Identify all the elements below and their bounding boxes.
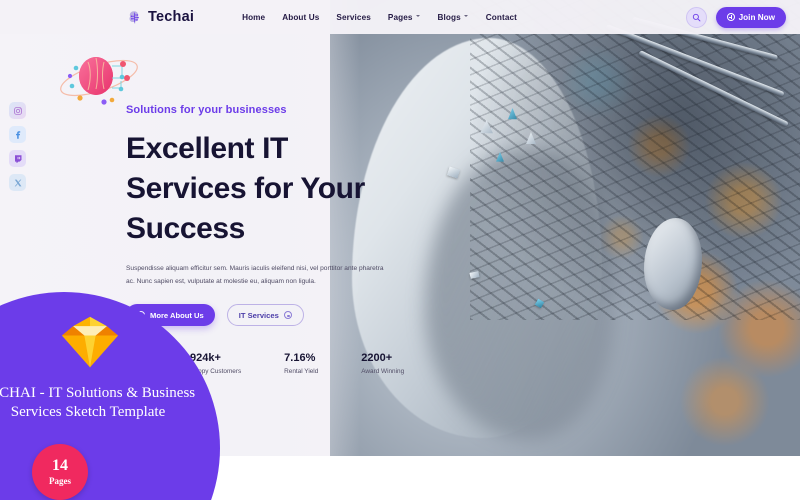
nav-label: Contact <box>485 12 517 22</box>
join-now-button[interactable]: Join Now <box>715 6 786 28</box>
instagram-icon[interactable] <box>9 102 26 119</box>
stat-value: 7.16% <box>284 352 316 364</box>
more-about-us-label: More About Us <box>150 310 204 320</box>
sketch-diamond-icon <box>61 316 119 368</box>
logo-text: Techai <box>148 9 195 25</box>
headline-line-3: Success <box>126 211 245 245</box>
search-button[interactable] <box>685 6 707 28</box>
stat-item: 7.16% Rental Yield <box>284 352 318 375</box>
nav-label: Home <box>242 12 266 22</box>
stat-item: 2200+ Award Winning <box>361 352 404 375</box>
nav-item-contact[interactable]: Contact <box>486 13 517 22</box>
nav-label: Pages <box>387 12 413 22</box>
chevron-down-icon <box>463 14 469 20</box>
chevron-down-icon <box>415 14 421 20</box>
headline-line-2: Services for Your <box>126 171 365 205</box>
facebook-icon[interactable] <box>9 126 26 143</box>
stat-label: Award Winning <box>361 368 405 375</box>
brain-network-illustration <box>52 44 147 112</box>
it-services-label: IT Services <box>238 310 279 320</box>
stat-value: 924k+ <box>190 352 221 364</box>
join-now-label: Join Now <box>738 12 775 22</box>
stat-value: 2200+ <box>361 352 393 364</box>
site-header: Techai Home About Us Services Pages Blog… <box>0 0 800 34</box>
circle-dot-icon <box>283 311 292 320</box>
nav-item-home[interactable]: Home <box>242 13 265 22</box>
nav-item-services[interactable]: Services <box>336 13 371 22</box>
main-nav: Home About Us Services Pages Blogs Conta… <box>242 13 517 22</box>
nav-label: Blogs <box>437 12 461 22</box>
search-icon <box>692 13 701 21</box>
headline-line-1: Excellent IT <box>126 132 288 165</box>
twitch-icon[interactable] <box>9 150 26 167</box>
pages-count: 14 <box>52 457 68 474</box>
nav-label: About Us <box>282 12 320 22</box>
social-rail <box>9 102 26 191</box>
nav-item-about-us[interactable]: About Us <box>282 13 319 22</box>
plus-circle-icon <box>726 13 735 21</box>
page-root: Techai Home About Us Services Pages Blog… <box>0 0 800 500</box>
hero-stats: 924k+ Happy Customers 7.16% Rental Yield… <box>190 352 404 375</box>
stat-label: Rental Yield <box>284 368 319 375</box>
nav-item-pages[interactable]: Pages <box>388 13 421 22</box>
hero-content: Solutions for your businesses Excellent … <box>126 104 426 327</box>
promo-title: TECHAI - IT Solutions & Business Service… <box>0 385 196 421</box>
it-services-button[interactable]: IT Services <box>226 304 304 327</box>
pages-label: Pages <box>49 476 71 486</box>
hero-eyebrow: Solutions for your businesses <box>126 104 287 116</box>
hero-description: Suspendisse aliquam efficitur sem. Mauri… <box>126 264 384 285</box>
header-actions: Join Now <box>685 6 786 28</box>
hero-cta-row: More About Us IT Services <box>126 304 426 327</box>
x-icon[interactable] <box>9 174 26 191</box>
circuit-brain-icon <box>129 10 139 23</box>
nav-label: Services <box>336 12 371 22</box>
pages-badge: 14 Pages <box>32 444 88 500</box>
page-title: Excellent IT Services for Your Success <box>126 129 426 249</box>
nav-item-blogs[interactable]: Blogs <box>438 13 469 22</box>
site-logo[interactable]: Techai <box>126 9 194 26</box>
